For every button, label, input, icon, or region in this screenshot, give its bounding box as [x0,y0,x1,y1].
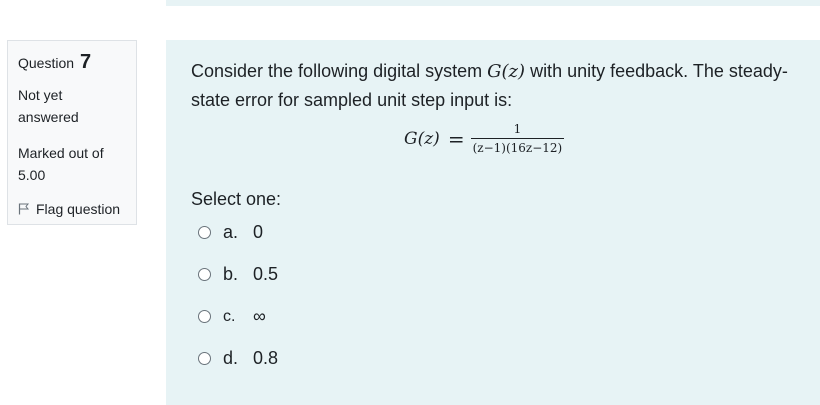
previous-question-panel-edge [166,0,820,6]
select-one-prompt: Select one: [191,189,282,209]
question-number-value: 7 [79,51,92,73]
question-state: Not yet answered [18,87,79,125]
option-c-value: ∞ [253,306,266,326]
flag-outline-icon [18,203,30,215]
radio-button-b[interactable] [198,268,211,281]
equation-equals: = [447,126,465,151]
equation-lhs: G(z) [404,128,440,149]
question-text-part1: Consider the following digital system [191,61,488,81]
equation-numerator: 1 [513,122,522,136]
question-grade: Marked out of 5.00 [18,145,104,183]
radio-button-a[interactable] [198,226,211,239]
option-b-value: 0.5 [253,264,279,284]
option-a-value: 0 [253,222,264,242]
option-c[interactable]: c. ∞ [198,306,266,327]
radio-button-c[interactable] [198,310,211,323]
option-d-value: 0.8 [253,348,279,368]
question-info-panel: Question 7 Not yet answered Marked out o… [7,40,137,225]
option-d-letter: d. [223,348,239,368]
question-content: Consider the following digital system G(… [166,40,820,405]
transfer-function-equation: G(z) = 1 (z−1)(16z−12) [404,122,565,155]
option-b[interactable]: b. 0.5 [198,264,278,285]
flag-question-label: Flag question [36,201,121,217]
question-text-variable: G(z) [487,61,526,82]
option-c-letter: c. [223,307,236,325]
question-label: Question [18,55,75,71]
question-text: Consider the following digital system G(… [191,57,791,115]
flag-question-link[interactable]: Flag question [18,201,136,217]
equation-fraction: 1 (z−1)(16z−12) [470,122,565,155]
radio-button-d[interactable] [198,352,211,365]
equation-denominator: (z−1)(16z−12) [472,141,563,155]
option-a[interactable]: a. 0 [198,222,263,243]
option-a-letter: a. [223,222,239,242]
option-b-letter: b. [223,264,239,284]
question-number: Question 7 [18,51,136,74]
option-d[interactable]: d. 0.8 [198,348,278,369]
